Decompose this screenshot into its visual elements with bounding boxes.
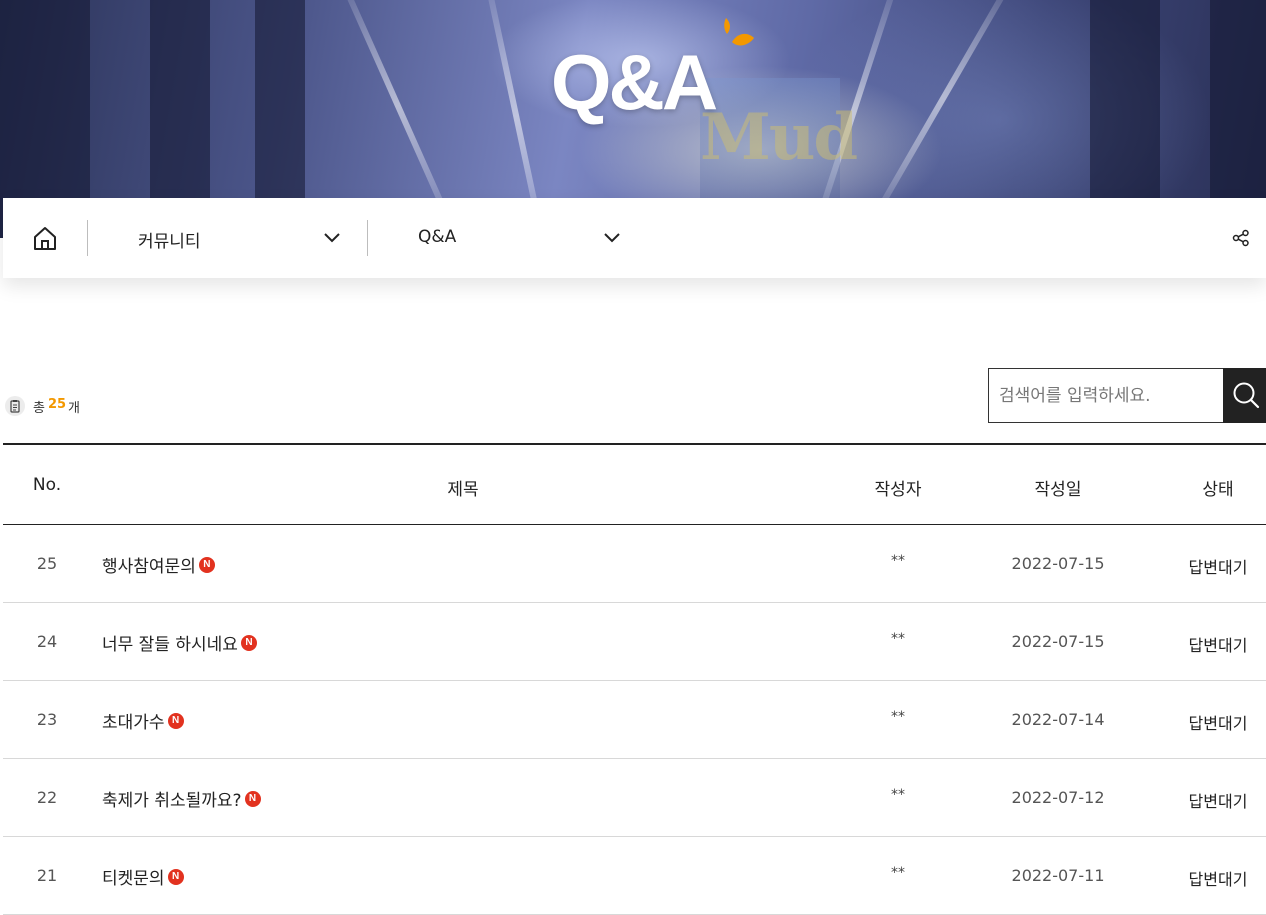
new-badge: N bbox=[167, 868, 184, 885]
row-date: 2022-07-15 bbox=[1011, 632, 1105, 651]
row-title-link[interactable]: 너무 잘들 하시네요 N bbox=[102, 630, 257, 655]
new-badge: N bbox=[240, 634, 257, 651]
header-date: 작성일 bbox=[1034, 480, 1082, 500]
breadcrumb-community-label: 커뮤니티 bbox=[138, 232, 201, 252]
table-row[interactable]: 22 축제가 취소될까요? N ** 2022-07-12 답변대기 bbox=[3, 759, 1266, 837]
count-suffix: 개 bbox=[68, 401, 80, 416]
page-title: Q&A bbox=[550, 38, 718, 126]
table-header: No. 제목 작성자 작성일 상태 bbox=[3, 443, 1266, 525]
row-status: 답변대기 bbox=[1188, 636, 1248, 655]
breadcrumb-dropdown-qna[interactable]: Q&A bbox=[418, 198, 628, 278]
row-writer: ** bbox=[891, 631, 905, 647]
search-box bbox=[988, 368, 1266, 423]
breadcrumb: 커뮤니티 Q&A bbox=[3, 198, 1266, 278]
splash-logo-icon bbox=[724, 18, 754, 46]
row-number: 25 bbox=[36, 554, 58, 573]
new-badge: N bbox=[167, 712, 184, 729]
row-number: 21 bbox=[36, 866, 58, 885]
row-number: 24 bbox=[36, 632, 58, 651]
chevron-down-icon bbox=[324, 233, 340, 243]
row-status: 답변대기 bbox=[1188, 714, 1248, 733]
row-date: 2022-07-11 bbox=[1011, 866, 1105, 885]
row-status: 답변대기 bbox=[1188, 870, 1248, 889]
row-writer: ** bbox=[891, 865, 905, 881]
row-title: 초대가수 bbox=[102, 713, 165, 733]
document-icon bbox=[5, 396, 25, 416]
row-number: 22 bbox=[36, 788, 58, 807]
count-prefix: 총 bbox=[33, 401, 45, 416]
row-date: 2022-07-12 bbox=[1011, 788, 1105, 807]
count-number: 25 bbox=[48, 397, 67, 412]
breadcrumb-dropdown-community[interactable]: 커뮤니티 bbox=[138, 198, 348, 278]
search-button[interactable] bbox=[1223, 368, 1266, 423]
qna-table: No. 제목 작성자 작성일 상태 25 행사참여문의 N ** 2022-07… bbox=[3, 443, 1266, 915]
row-title: 너무 잘들 하시네요 bbox=[102, 635, 238, 655]
header-writer: 작성자 bbox=[874, 480, 922, 500]
search-input[interactable] bbox=[988, 368, 1234, 423]
row-status: 답변대기 bbox=[1188, 792, 1248, 811]
search-icon bbox=[1233, 382, 1260, 409]
row-number: 23 bbox=[36, 710, 58, 729]
row-title: 축제가 취소될까요? bbox=[102, 791, 242, 811]
table-row[interactable]: 23 초대가수 N ** 2022-07-14 답변대기 bbox=[3, 681, 1266, 759]
row-title-link[interactable]: 행사참여문의 N bbox=[102, 552, 215, 577]
share-icon[interactable] bbox=[1232, 229, 1250, 247]
table-row[interactable]: 24 너무 잘들 하시네요 N ** 2022-07-15 답변대기 bbox=[3, 603, 1266, 681]
row-title-link[interactable]: 초대가수 N bbox=[102, 708, 184, 733]
new-badge: N bbox=[198, 556, 215, 573]
row-date: 2022-07-15 bbox=[1011, 554, 1105, 573]
row-writer: ** bbox=[891, 787, 905, 803]
table-row[interactable]: 25 행사참여문의 N ** 2022-07-15 답변대기 bbox=[3, 525, 1266, 603]
table-row[interactable]: 21 티켓문의 N ** 2022-07-11 답변대기 bbox=[3, 837, 1266, 915]
header-title: 제목 bbox=[447, 480, 479, 500]
row-writer: ** bbox=[891, 709, 905, 725]
row-status: 답변대기 bbox=[1188, 558, 1248, 577]
row-date: 2022-07-14 bbox=[1011, 710, 1105, 729]
chevron-down-icon bbox=[604, 233, 620, 243]
header-no: No. bbox=[32, 475, 62, 495]
home-icon[interactable] bbox=[31, 225, 59, 251]
row-writer: ** bbox=[891, 553, 905, 569]
breadcrumb-qna-label: Q&A bbox=[418, 227, 457, 247]
row-title: 행사참여문의 bbox=[102, 557, 196, 577]
row-title: 티켓문의 bbox=[102, 869, 165, 889]
row-title-link[interactable]: 티켓문의 N bbox=[102, 864, 184, 889]
row-title-link[interactable]: 축제가 취소될까요? N bbox=[102, 786, 261, 811]
header-status: 상태 bbox=[1202, 480, 1234, 500]
new-badge: N bbox=[244, 790, 261, 807]
